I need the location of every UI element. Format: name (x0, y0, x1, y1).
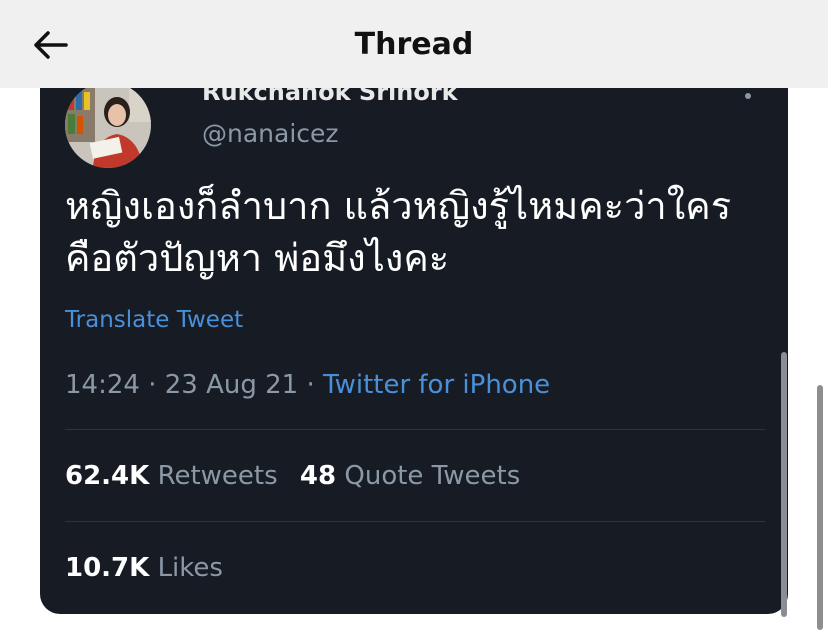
likes-label: Likes (157, 553, 223, 583)
page-title: Thread (354, 27, 474, 62)
likes-stat[interactable]: 10.7K Likes (65, 553, 223, 583)
quote-tweets-count: 48 (299, 461, 337, 491)
page-scrollbar[interactable] (817, 385, 823, 630)
retweets-count: 62.4K (65, 461, 150, 491)
quote-tweets-stat[interactable]: 48 Quote Tweets (300, 461, 520, 491)
retweets-label: Retweets (157, 461, 278, 491)
tweet-text: หญิงเองก็ลำบาก แล้วหญิงรู้ไหมคะว่าใครคือ… (65, 184, 732, 280)
likes-stats-row: 10.7K Likes (65, 551, 223, 585)
card-scrollbar[interactable] (781, 352, 787, 617)
author-name[interactable]: Rukchanok Srinork (202, 88, 458, 106)
quote-tweets-label: Quote Tweets (344, 461, 521, 491)
engagement-stats-row: 62.4K Retweets 48 Quote Tweets (65, 459, 520, 493)
tweet-source-link[interactable]: Twitter for iPhone (323, 370, 550, 400)
tweet-card: Rukchanok Srinork @nanaicez หญิงเองก็ลำบ… (40, 88, 788, 614)
divider (65, 521, 765, 522)
more-options-icon[interactable] (740, 88, 756, 108)
tweet-date: 23 Aug 21 (164, 370, 299, 400)
meta-separator: · (148, 370, 157, 400)
meta-separator: · (306, 370, 315, 400)
avatar[interactable] (65, 88, 151, 168)
likes-count: 10.7K (65, 553, 150, 583)
author-handle[interactable]: @nanaicez (202, 118, 339, 150)
translate-tweet-link[interactable]: Translate Tweet (65, 305, 243, 335)
top-navigation-bar: Thread (0, 0, 828, 88)
tweet-time: 14:24 (65, 370, 140, 400)
tweet-metadata: 14:24 · 23 Aug 21 · Twitter for iPhone (65, 368, 550, 402)
retweets-stat[interactable]: 62.4K Retweets (65, 461, 286, 491)
divider (65, 429, 765, 430)
